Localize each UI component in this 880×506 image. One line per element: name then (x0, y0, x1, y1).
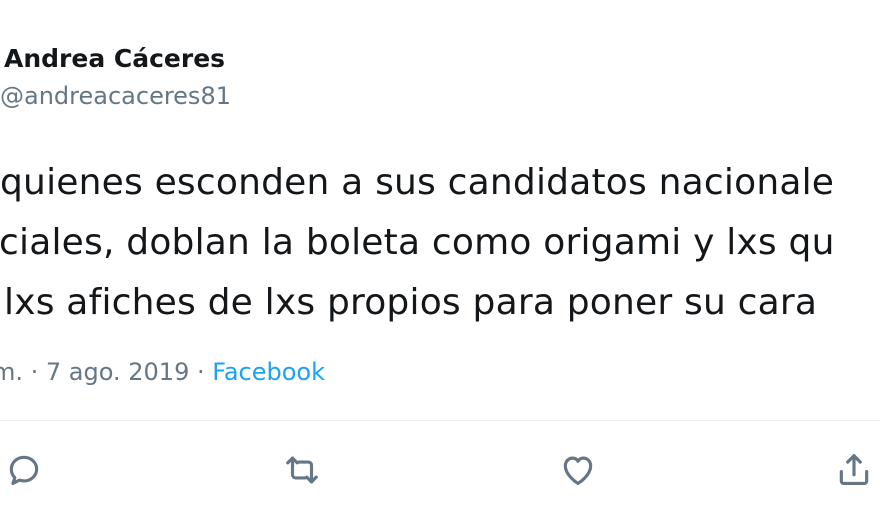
tweet-source-link[interactable]: Facebook (212, 358, 325, 386)
divider (0, 420, 880, 421)
tweet-text-line: quienes esconden a sus candidatos nacion… (0, 162, 835, 203)
like-button[interactable] (558, 450, 598, 490)
retweet-button[interactable] (282, 450, 322, 490)
tweet-card: Andrea Cáceres @andreacaceres81 quienes … (0, 0, 880, 506)
retweet-icon (286, 456, 318, 484)
heart-icon (563, 456, 593, 486)
reply-button[interactable] (4, 450, 44, 490)
tweet-timestamp[interactable]: m. · 7 ago. 2019 · (0, 358, 212, 386)
author-display-name[interactable]: Andrea Cáceres (4, 44, 225, 73)
share-icon (839, 454, 869, 486)
tweet-text-line: nciales, doblan la boleta como origami y… (0, 222, 835, 263)
tweet-meta: m. · 7 ago. 2019 · Facebook (0, 358, 325, 386)
tweet-text-line: lxs afiches de lxs propios para poner su… (4, 282, 818, 323)
share-button[interactable] (834, 450, 874, 490)
reply-icon (9, 455, 39, 486)
author-handle[interactable]: @andreacaceres81 (0, 82, 231, 110)
